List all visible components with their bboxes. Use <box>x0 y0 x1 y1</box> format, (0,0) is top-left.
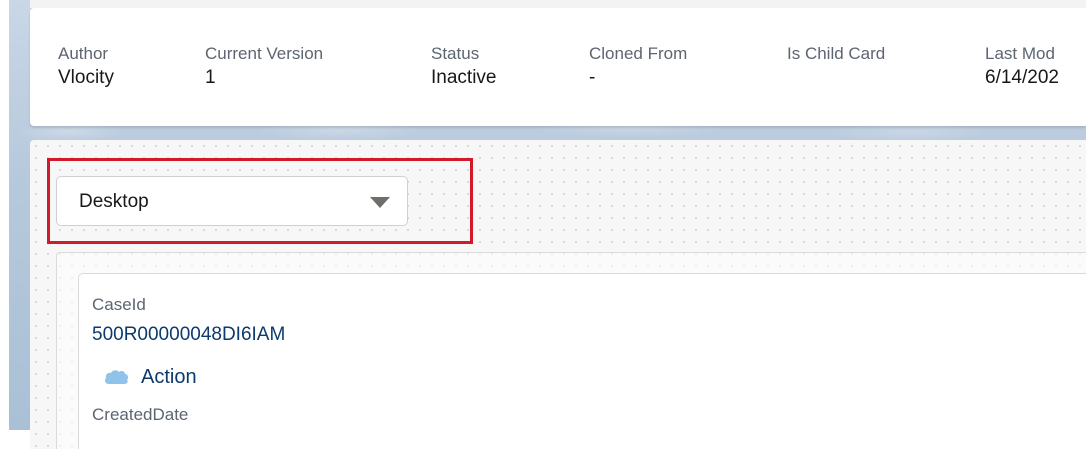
field-cloned-from: Cloned From - <box>589 44 687 90</box>
field-label-status: Status <box>431 44 480 63</box>
field-value-author: Vlocity <box>58 67 114 88</box>
card-header-panel: Author Vlocity Current Version 1 Status … <box>30 8 1086 126</box>
card-action-button[interactable]: Action <box>103 364 197 390</box>
field-status: Status Inactive <box>431 44 496 90</box>
cloud-icon <box>105 370 129 384</box>
chevron-down-icon <box>370 197 390 208</box>
device-select[interactable]: Desktop <box>56 176 408 226</box>
field-label-is-child-card: Is Child Card <box>787 44 886 63</box>
action-label: Action <box>141 365 197 388</box>
field-value-last-modified: 6/14/202 <box>985 67 1059 88</box>
field-current-version: Current Version 1 <box>205 44 323 90</box>
card-field-label-createddate: CreatedDate <box>92 405 189 424</box>
field-value-cloned-from: - <box>589 67 596 88</box>
top-strip <box>30 0 1086 8</box>
card-field-value-caseid[interactable]: 500R00000048DI6IAM <box>92 323 285 347</box>
field-last-modified: Last Mod 6/14/202 <box>985 44 1059 90</box>
field-value-status: Inactive <box>431 67 497 88</box>
field-label-current-version: Current Version <box>205 44 324 63</box>
card-preview <box>78 273 1086 449</box>
device-select-value: Desktop <box>79 191 149 212</box>
field-label-cloned-from: Cloned From <box>589 44 688 63</box>
field-label-author: Author <box>58 44 109 63</box>
field-author: Author Vlocity <box>58 44 114 90</box>
card-field-label-caseid: CaseId <box>92 295 146 314</box>
field-is-child-card: Is Child Card <box>787 44 885 66</box>
field-value-current-version: 1 <box>205 67 216 88</box>
field-label-last-modified: Last Mod <box>985 44 1055 63</box>
